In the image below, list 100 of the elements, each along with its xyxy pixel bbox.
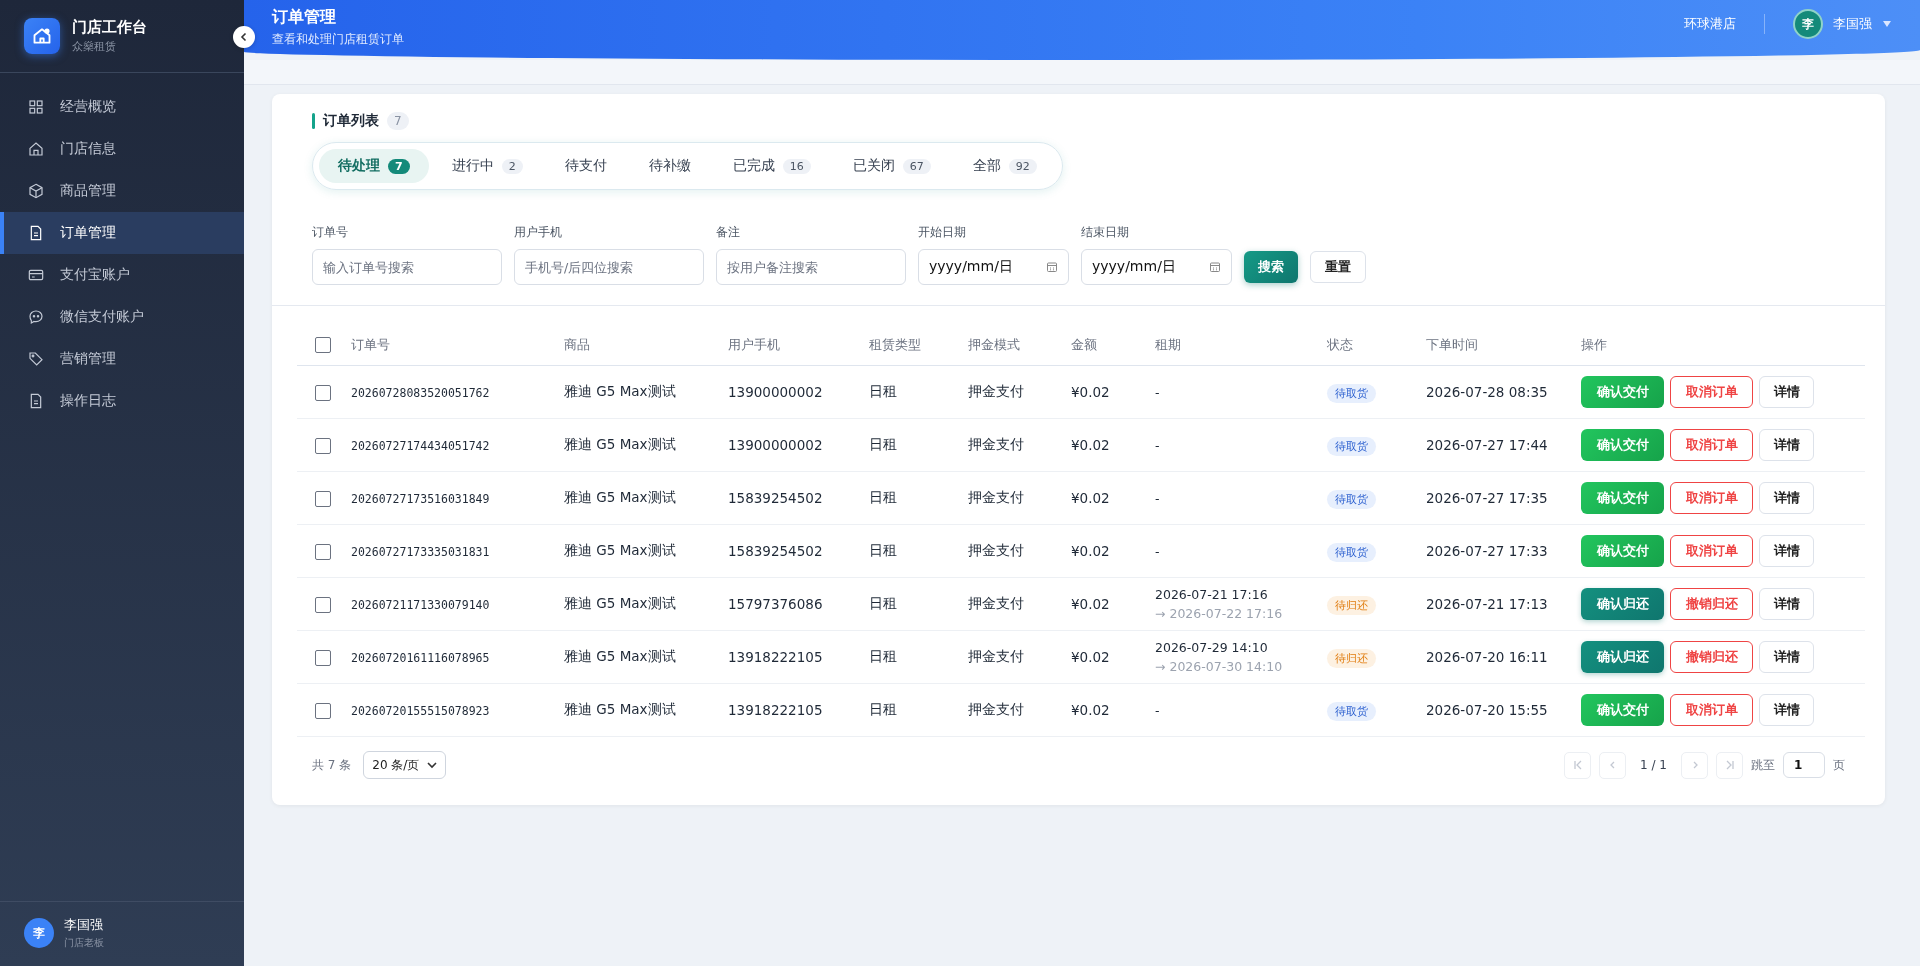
status-tag: 待取货 — [1327, 701, 1376, 721]
product-name: 雅迪 G5 Max测试 — [564, 648, 676, 664]
row-checkbox[interactable] — [315, 384, 331, 401]
details-button[interactable]: 详情 — [1759, 376, 1814, 408]
rent-type: 日租 — [869, 595, 897, 611]
date-field[interactable]: yyyy/mm/日 — [918, 249, 1069, 285]
order-number: 20260720161116078965 — [351, 651, 490, 665]
company-name: 众燊租赁 — [72, 39, 117, 54]
order-time: 2026-07-27 17:35 — [1426, 490, 1548, 506]
details-button[interactable]: 详情 — [1759, 429, 1814, 461]
deposit-mode: 押金支付 — [968, 701, 1024, 717]
status-tab[interactable]: 全部 92 — [953, 149, 1056, 183]
rental-period: → 2026-07-30 14:10 — [1155, 659, 1284, 674]
column-header: 下单时间 — [1426, 337, 1478, 352]
first-page-icon — [1572, 760, 1583, 770]
status-tab[interactable]: 进行中 2 — [432, 149, 542, 183]
row-checkbox[interactable] — [315, 702, 331, 719]
sidebar-item[interactable]: 订单管理 — [0, 212, 244, 254]
rental-period: - — [1155, 384, 1161, 400]
cancel-button[interactable]: 取消订单 — [1670, 482, 1753, 514]
calendar-icon[interactable] — [1046, 261, 1058, 273]
rent-type: 日租 — [869, 383, 897, 399]
status-tab[interactable]: 已关闭 67 — [833, 149, 950, 183]
status-tab[interactable]: 待支付 — [545, 149, 626, 183]
sidebar-item[interactable]: 经营概览 — [0, 86, 244, 128]
order-time: 2026-07-27 17:33 — [1426, 543, 1548, 559]
confirm-button[interactable]: 确认归还 — [1581, 641, 1664, 673]
rental-period: - — [1155, 437, 1161, 453]
cancel-button[interactable]: 取消订单 — [1670, 535, 1753, 567]
status-tag: 待归还 — [1327, 648, 1376, 668]
deposit-mode: 押金支付 — [968, 383, 1024, 399]
row-checkbox[interactable] — [315, 649, 331, 666]
grid-icon — [28, 99, 44, 115]
status-tag: 待取货 — [1327, 436, 1376, 456]
sidebar-item[interactable]: 操作日志 — [0, 380, 244, 422]
sidebar-item[interactable]: 营销管理 — [0, 338, 244, 380]
column-header: 押金模式 — [968, 337, 1020, 352]
cancel-button[interactable]: 撤销归还 — [1670, 641, 1753, 673]
deposit-mode: 押金支付 — [968, 436, 1024, 452]
details-button[interactable]: 详情 — [1759, 641, 1814, 673]
sidebar-item[interactable]: 微信支付账户 — [0, 296, 244, 338]
row-checkbox[interactable] — [315, 490, 331, 507]
product-name: 雅迪 G5 Max测试 — [564, 436, 676, 452]
filter-label: 备注 — [716, 224, 741, 241]
row-checkbox[interactable] — [315, 543, 331, 560]
details-button[interactable]: 详情 — [1759, 694, 1814, 726]
user-name: 李国强 — [64, 916, 104, 934]
cube-icon — [28, 183, 44, 199]
details-button[interactable]: 详情 — [1759, 535, 1814, 567]
page-size-select[interactable]: 20 条/页 — [363, 751, 447, 779]
status-tag: 待归还 — [1327, 595, 1376, 615]
rental-period: 2026-07-29 14:10 — [1155, 640, 1269, 655]
deposit-mode: 押金支付 — [968, 489, 1024, 505]
chevron-down-icon — [427, 761, 438, 769]
rental-period: - — [1155, 490, 1161, 506]
order-time: 2026-07-27 17:44 — [1426, 437, 1548, 453]
product-name: 雅迪 G5 Max测试 — [564, 701, 676, 717]
confirm-button[interactable]: 确认归还 — [1581, 588, 1664, 620]
cancel-button[interactable]: 撤销归还 — [1670, 588, 1753, 620]
column-header: 金额 — [1071, 337, 1097, 352]
search-field[interactable]: 按用户备注搜索 — [716, 249, 906, 285]
caret-icon[interactable] — [1882, 20, 1892, 28]
cancel-button[interactable]: 取消订单 — [1670, 376, 1753, 408]
status-tab[interactable]: 待处理 7 — [319, 149, 429, 183]
column-header: 订单号 — [351, 337, 390, 352]
search-field[interactable]: 手机号/后四位搜索 — [514, 249, 704, 285]
details-button[interactable]: 详情 — [1759, 588, 1814, 620]
phone-number: 13900000002 — [728, 384, 823, 400]
deposit-mode: 押金支付 — [968, 542, 1024, 558]
store-name: 环球港店 — [1684, 15, 1736, 33]
order-count-badge: 7 — [387, 112, 409, 130]
amount: ¥0.02 — [1071, 437, 1110, 453]
sidebar-item[interactable]: 门店信息 — [0, 128, 244, 170]
row-checkbox[interactable] — [315, 437, 331, 454]
page-subtitle: 查看和处理门店租赁订单 — [272, 30, 404, 48]
date-field[interactable]: yyyy/mm/日 — [1081, 249, 1232, 285]
order-time: 2026-07-20 16:11 — [1426, 649, 1548, 665]
user-avatar: 李 — [1793, 9, 1823, 39]
row-checkbox[interactable] — [315, 596, 331, 613]
search-field[interactable]: 输入订单号搜索 — [312, 249, 502, 285]
chat-icon — [28, 309, 44, 325]
calendar-icon[interactable] — [1209, 261, 1221, 273]
status-tab[interactable]: 已完成 16 — [713, 149, 830, 183]
order-time: 2026-07-21 17:13 — [1426, 596, 1548, 612]
details-button[interactable]: 详情 — [1759, 482, 1814, 514]
page-input[interactable]: 1 — [1783, 752, 1825, 778]
order-time: 2026-07-20 15:55 — [1426, 702, 1548, 718]
collapse-button[interactable] — [233, 26, 255, 48]
sidebar-item[interactable]: 支付宝账户 — [0, 254, 244, 296]
search-button[interactable]: 搜索 — [1244, 251, 1298, 283]
chevron-left-icon — [1608, 761, 1617, 769]
select-all-checkbox[interactable] — [315, 337, 331, 354]
page-title: 订单管理 — [272, 6, 337, 28]
product-name: 雅迪 G5 Max测试 — [564, 489, 676, 505]
status-tab[interactable]: 待补缴 — [629, 149, 710, 183]
amount: ¥0.02 — [1071, 490, 1110, 506]
cancel-button[interactable]: 取消订单 — [1670, 694, 1753, 726]
sidebar-item[interactable]: 商品管理 — [0, 170, 244, 212]
cancel-button[interactable]: 取消订单 — [1670, 429, 1753, 461]
reset-button[interactable]: 重置 — [1310, 251, 1366, 283]
